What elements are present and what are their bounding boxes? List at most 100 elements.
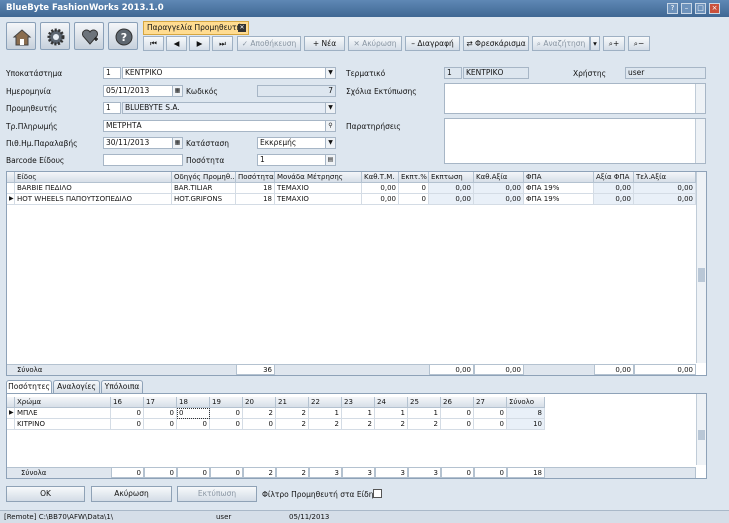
table-cell[interactable]: ΜΠΛΕ: [15, 408, 111, 419]
column-header[interactable]: ΦΠΑ: [524, 172, 594, 183]
settings-gear-icon[interactable]: [40, 22, 70, 50]
minimize-icon[interactable]: –: [681, 3, 692, 14]
table-cell-focused[interactable]: 0: [177, 408, 210, 419]
table-cell[interactable]: 18: [236, 183, 275, 194]
table-cell[interactable]: 2: [375, 419, 408, 430]
column-header[interactable]: Καθ.Τ.Μ.: [362, 172, 399, 183]
table-cell[interactable]: 0,00: [634, 183, 696, 194]
column-header[interactable]: 22: [309, 397, 342, 408]
tab-quantities[interactable]: Ποσότητες: [6, 380, 52, 393]
document-tab[interactable]: Παραγγελία Προμηθευτή 2 ✕: [143, 21, 249, 44]
table-cell[interactable]: 0,00: [429, 194, 474, 205]
maximize-icon[interactable]: □: [695, 3, 706, 14]
table-cell[interactable]: 0,00: [594, 194, 634, 205]
search-add-icon[interactable]: ⌕+: [603, 36, 625, 51]
payment-field[interactable]: ΜΕΤΡΗΤΑ ⚲: [103, 120, 336, 132]
column-header[interactable]: Χρώμα: [15, 397, 111, 408]
cancel-toolbar-button[interactable]: ✕ Ακύρωση: [348, 36, 402, 51]
column-header[interactable]: 25: [408, 397, 441, 408]
row-indicator[interactable]: [7, 183, 15, 194]
table-cell[interactable]: 0: [210, 408, 243, 419]
items-scrollbar[interactable]: [696, 172, 706, 363]
previous-record-button[interactable]: ◀: [166, 36, 187, 51]
table-cell[interactable]: 0: [399, 183, 429, 194]
table-cell[interactable]: HOT.GRIFONS: [172, 194, 236, 205]
table-cell[interactable]: 0: [144, 408, 177, 419]
column-header[interactable]: 18: [177, 397, 210, 408]
table-cell[interactable]: ΚΙΤΡΙΝΟ: [15, 419, 111, 430]
supplier-select[interactable]: BLUEBYTE S.A. ▼: [122, 102, 336, 114]
new-button[interactable]: + Νέα: [304, 36, 345, 51]
column-header[interactable]: 20: [243, 397, 276, 408]
column-header[interactable]: Τελ.Αξία: [634, 172, 696, 183]
chevron-down-icon[interactable]: ▼: [325, 138, 335, 148]
ok-button[interactable]: OK: [6, 486, 85, 502]
remarks-textarea[interactable]: [444, 118, 706, 164]
column-header[interactable]: 17: [144, 397, 177, 408]
table-cell[interactable]: 2: [276, 419, 309, 430]
column-header[interactable]: Καθ.Αξία: [474, 172, 524, 183]
cancel-button[interactable]: Ακύρωση: [91, 486, 172, 502]
close-icon[interactable]: ×: [709, 3, 720, 14]
tab-balances[interactable]: Υπόλοιπα: [101, 380, 143, 393]
column-header[interactable]: Ποσότητα: [236, 172, 275, 183]
date-field[interactable]: 05/11/2013 ▦: [103, 85, 183, 97]
table-cell[interactable]: 0,00: [474, 183, 524, 194]
table-cell[interactable]: 0: [111, 419, 144, 430]
column-header[interactable]: 24: [375, 397, 408, 408]
subsidiary-select[interactable]: ΚΕΝΤΡΙΚΟ ▼: [122, 67, 336, 79]
table-cell[interactable]: 10: [507, 419, 545, 430]
search-button[interactable]: ⌕ Αναζήτηση: [532, 36, 590, 51]
subsidiary-code-field[interactable]: 1: [103, 67, 121, 79]
search-dropdown-icon[interactable]: ▾: [590, 36, 600, 51]
barcode-input[interactable]: [103, 154, 183, 166]
table-cell[interactable]: 0,00: [362, 183, 399, 194]
table-cell[interactable]: BARBIE ΠΕΔΙΛΟ: [15, 183, 172, 194]
table-cell[interactable]: 1: [309, 408, 342, 419]
table-cell[interactable]: 0: [111, 408, 144, 419]
column-header[interactable]: Εκπτωση: [429, 172, 474, 183]
table-cell[interactable]: 0,00: [594, 183, 634, 194]
table-cell[interactable]: 0,00: [634, 194, 696, 205]
chevron-down-icon[interactable]: ▼: [325, 68, 335, 78]
save-button[interactable]: ✓ Αποθήκευση: [237, 36, 301, 51]
column-header[interactable]: Εκπτ.%: [399, 172, 429, 183]
column-header[interactable]: 23: [342, 397, 375, 408]
print-button[interactable]: Εκτύπωση: [177, 486, 257, 502]
table-cell[interactable]: 0: [474, 419, 507, 430]
table-cell[interactable]: 2: [342, 419, 375, 430]
quantity-field[interactable]: 1 ▤: [257, 154, 336, 166]
table-cell[interactable]: ΤΕΜΑΧΙΟ: [275, 194, 362, 205]
home-icon[interactable]: [6, 22, 36, 50]
table-cell[interactable]: 1: [342, 408, 375, 419]
column-header[interactable]: 16: [111, 397, 144, 408]
table-cell[interactable]: 0: [210, 419, 243, 430]
table-cell[interactable]: 2: [408, 419, 441, 430]
current-row-indicator-icon[interactable]: ▶: [7, 408, 15, 419]
sizes-scrollbar[interactable]: [696, 394, 706, 465]
column-header[interactable]: Είδος: [15, 172, 172, 183]
column-header[interactable]: 26: [441, 397, 474, 408]
row-indicator[interactable]: [7, 419, 15, 430]
table-cell[interactable]: 1: [408, 408, 441, 419]
column-header[interactable]: 19: [210, 397, 243, 408]
column-header[interactable]: 21: [276, 397, 309, 408]
lookup-icon[interactable]: ⚲: [325, 121, 335, 131]
calendar-icon[interactable]: ▦: [172, 86, 182, 96]
table-cell[interactable]: 8: [507, 408, 545, 419]
help-question-icon[interactable]: ?: [108, 22, 138, 50]
current-row-indicator-icon[interactable]: ▶: [7, 194, 15, 205]
table-cell[interactable]: ΦΠΑ 19%: [524, 183, 594, 194]
table-cell[interactable]: 1: [375, 408, 408, 419]
table-cell[interactable]: 0: [441, 419, 474, 430]
scrollbar[interactable]: [695, 119, 705, 163]
table-cell[interactable]: 0,00: [429, 183, 474, 194]
calendar-icon[interactable]: ▦: [172, 138, 182, 148]
table-cell[interactable]: HOT WHEELS ΠΑΠΟΥΤΣΟΠΕΔΙΛΟ: [15, 194, 172, 205]
delete-button[interactable]: – Διαγραφή: [405, 36, 460, 51]
table-cell[interactable]: 18: [236, 194, 275, 205]
chevron-down-icon[interactable]: ▼: [325, 103, 335, 113]
column-header[interactable]: Σύνολο: [507, 397, 545, 408]
table-cell[interactable]: 0: [399, 194, 429, 205]
column-header[interactable]: Μονάδα Μέτρησης: [275, 172, 362, 183]
